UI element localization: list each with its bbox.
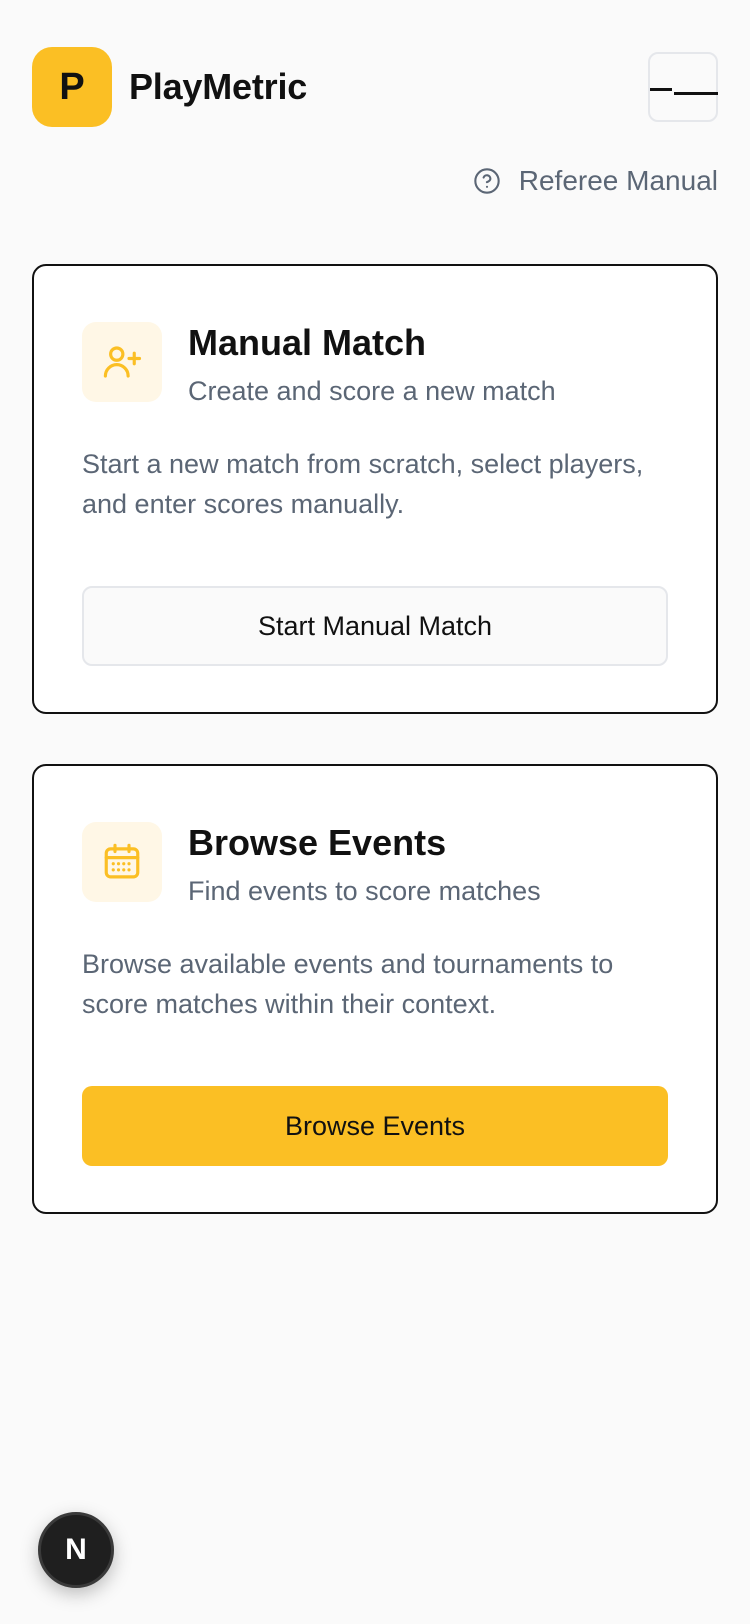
help-circle-icon xyxy=(473,167,501,195)
logo-letter: P xyxy=(59,65,85,108)
card-description: Start a new match from scratch, select p… xyxy=(82,449,644,519)
calendar-icon xyxy=(82,822,162,902)
user-plus-icon xyxy=(82,322,162,402)
page: P PlayMetric Referee Manual Manual Match… xyxy=(0,0,750,1624)
manual-match-card: Manual Match Create and score a new matc… xyxy=(32,264,718,714)
dev-badge-letter: N xyxy=(65,1533,87,1566)
card-description: Browse available events and tournaments … xyxy=(82,949,614,1019)
browse-events-card: Browse Events Find events to score match… xyxy=(32,764,718,1214)
dev-tools-badge[interactable]: N xyxy=(38,1512,114,1588)
app-header: P PlayMetric xyxy=(32,47,718,127)
start-manual-match-button[interactable]: Start Manual Match xyxy=(82,586,668,666)
brand-name: PlayMetric xyxy=(129,66,308,107)
menu-icon-bar-short xyxy=(650,88,672,91)
browse-events-button[interactable]: Browse Events xyxy=(82,1086,668,1166)
referee-manual-link[interactable]: Referee Manual xyxy=(473,161,718,201)
app-logo[interactable]: P xyxy=(32,47,112,127)
card-title: Manual Match xyxy=(188,322,427,363)
card-subtitle: Find events to score matches xyxy=(188,876,541,906)
menu-button[interactable] xyxy=(648,52,718,122)
card-title: Browse Events xyxy=(188,822,447,863)
menu-icon-bar-long xyxy=(674,92,718,95)
referee-manual-label: Referee Manual xyxy=(518,165,718,196)
card-subtitle: Create and score a new match xyxy=(188,376,556,406)
